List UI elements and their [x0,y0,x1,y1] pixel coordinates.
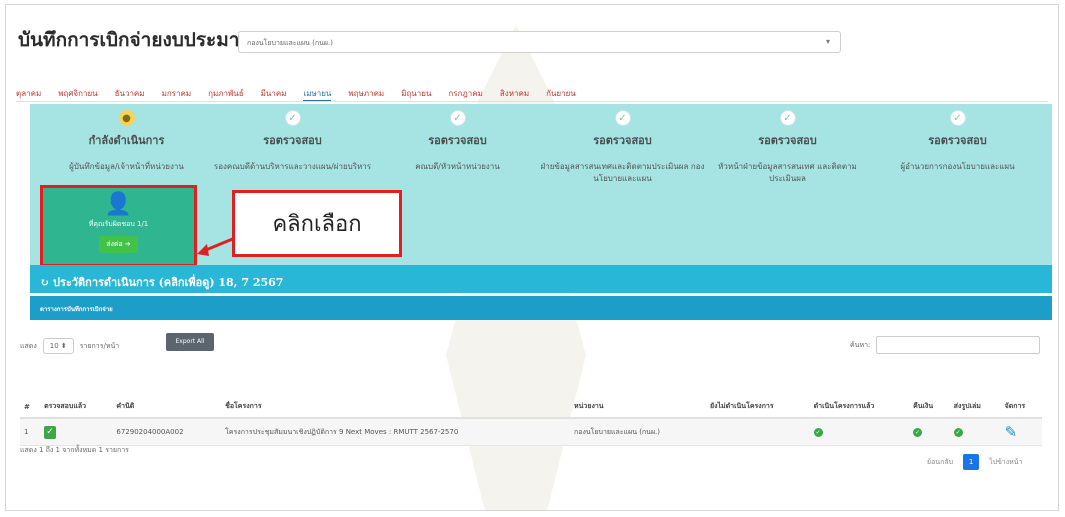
callout-label: คลิกเลือก [272,212,362,237]
task-count-label: ที่คุณรับผิดชอบ 1/1 [88,220,149,228]
pagination: ย้อนกลับ 1 ไปข้างหน้า [927,454,1023,470]
table-row: 1 ✓ 67290204000A002 โครงการประชุมสัมมนาเ… [20,418,1042,446]
chevron-down-icon: ▾ [825,37,830,46]
page-title: บันทึกการเบิกจ่ายงบประมาณ [18,29,258,51]
step-description: รองคณบดีด้านบริหารและวางแผน/ผ่ายบริหาร [213,162,372,171]
step-status: รอตรวจสอบ [593,134,652,147]
month-tab[interactable]: มกราคม [162,87,192,102]
row-code: 67290204000A002 [112,418,222,446]
workflow-step: ✓ รอตรวจสอบฝ่ายข้อมูลสารสนเทศและติดตามประ… [540,110,705,185]
column-header[interactable]: ยังไม่ดำเนินโครงการ [705,396,810,419]
column-header[interactable]: # [20,396,41,419]
workflow-step: ✓ รอตรวจสอบผู้อำนวยการกองนโยบายและแผน [875,110,1040,173]
check-circle-icon: ✓ [614,110,631,126]
check-circle-icon: ✓ [449,110,466,126]
edit-icon[interactable]: ✎ [1005,423,1018,441]
callout-arrow [197,236,236,256]
search-input[interactable] [876,336,1041,354]
check-circle-icon: ✓ [779,110,796,126]
task-card[interactable]: 👤 ที่คุณรับผิดชอบ 1/1 ส่งต่อ ➔ [40,185,197,267]
column-header[interactable]: ส่งรูปเล่ม [949,396,1001,419]
row-actions-cell: ✎ [1000,418,1042,446]
month-tab[interactable]: มิถุนายน [401,87,431,102]
step-status: รอตรวจสอบ [263,134,322,147]
row-completed-cell: ✓ [809,418,910,446]
check-circle-icon: ✓ [913,427,923,437]
check-circle-icon: ✓ [284,110,301,126]
workflow-step: ● กำลังดำเนินการผู้บันทึกข้อมูล/เจ้าหน้าท… [44,110,209,173]
prev-page-button[interactable]: ย้อนกลับ [927,457,953,468]
row-report-cell: ✓ [949,418,1001,446]
row-index: 1 [20,418,41,446]
column-header[interactable]: คำนิดิ [112,396,222,419]
table-header-row: # ตรวจสอบแล้ว คำนิดิ ชื่อโครงการ หน่วยงาน ยัง… [20,396,1042,419]
row-project: โครงการประชุมสัมมนาเชิงปฏิบัติการ 9 Next… [221,418,571,446]
check-circle-icon: ✓ [949,110,966,126]
column-header[interactable]: หน่วยงาน [570,396,706,419]
row-department: กองนโยบายและแผน (กนผ.) [570,418,706,446]
click-select-callout: คลิกเลือก [232,190,402,257]
budget-table: # ตรวจสอบแล้ว คำนิดิ ชื่อโครงการ หน่วยงาน ยัง… [20,396,1042,446]
check-circle-icon: ✓ [813,427,823,437]
page-1-button[interactable]: 1 [963,454,980,470]
department-select[interactable]: กองนโยบายและแผน (กนผ.) ▾ [238,31,841,53]
workflow-step: ✓ รอตรวจสอบคณบดี/หัวหน้าหน่วยงาน [375,110,540,173]
step-status: รอตรวจสอบ [428,134,487,147]
month-tab[interactable]: เมษายน [303,87,332,102]
step-description: ฝ่ายข้อมูลสารสนเทศและติดตามประเมินผล กอง… [540,162,705,183]
step-description: หัวหน้าฝ่ายข้อมูลสารสนเทศ และติดตามประเม… [718,162,857,183]
search-label: ค้นหา: [850,340,871,349]
month-tab[interactable]: กรกฎาคม [448,87,482,102]
check-circle-icon: ✓ [953,427,963,437]
page-size-value: 10 [49,342,59,350]
month-tab[interactable]: กุมภาพันธ์ [208,87,244,102]
month-tab[interactable]: ตุลาคม [16,87,41,102]
month-tab[interactable]: สิงหาคม [500,87,529,102]
month-tab[interactable]: พฤศจิกายน [58,87,97,102]
column-header[interactable]: จัดการ [1000,396,1042,419]
row-verified-cell: ✓ [40,418,113,446]
column-header[interactable]: คืนเงิน [909,396,950,419]
title-row: บันทึกการเบิกจ่ายงบประมาณ [18,27,257,53]
department-select-value: กองนโยบายและแผน (กนผ.) [247,39,333,47]
in-progress-icon: ● [118,110,135,126]
month-tabs-divider [16,101,1048,102]
step-status: รอตรวจสอบ [928,134,987,147]
workflow-step: ✓ รอตรวจสอบหัวหน้าฝ่ายข้อมูลสารสนเทศ และต… [705,110,870,185]
table-info: แสดง 1 ถึง 1 จากทั้งหมด 1 รายการ [20,446,129,454]
per-page-label: รายการ/หน้า [79,341,120,350]
column-header[interactable]: ดำเนินโครงการแล้ว [809,396,910,419]
step-status: กำลังดำเนินการ [88,134,165,147]
month-tab[interactable]: กันยายน [546,87,576,102]
page-length-control: แสดง 10 ⬍ รายการ/หน้า [20,338,119,354]
step-description: ผู้อำนวยการกองนโยบายและแผน [900,162,1015,171]
month-tab[interactable]: มีนาคม [261,87,287,102]
month-tab[interactable]: พฤษภาคม [348,87,384,102]
next-page-button[interactable]: ไปข้างหน้า [989,457,1022,468]
history-bar[interactable]: ↻ ประวัติการดำเนินการ (คลิกเพื่อดู) 18, … [30,265,1052,293]
export-all-button[interactable]: Export All [166,333,214,351]
send-forward-button[interactable]: ส่งต่อ ➔ [99,236,138,253]
row-refund-cell: ✓ [909,418,950,446]
step-description: ผู้บันทึกข้อมูล/เจ้าหน้าที่หน่วยงาน [69,162,184,171]
row-not-started [705,418,810,446]
month-tabs: ตุลาคม พฤศจิกายน ธันวาคม มกราคม กุมภาพันธ์ มี… [16,87,593,102]
month-tab[interactable]: ธันวาคม [115,87,145,102]
clipboard-check-icon: ✓ [44,425,57,439]
user-shield-icon: 👤 [104,192,133,217]
step-description: คณบดี/หัวหน้าหน่วยงาน [415,162,500,171]
column-header[interactable]: ตรวจสอบแล้ว [40,396,113,419]
table-section-title: ตารางการบันทึกการเบิกจ่าย [30,296,1052,320]
page-size-select[interactable]: 10 ⬍ [42,338,74,354]
history-icon: ↻ [40,276,54,289]
workflow-step: ✓ รอตรวจสอบรองคณบดีด้านบริหารและวางแผน/ผ่… [210,110,375,173]
step-status: รอตรวจสอบ [758,134,817,147]
search-control: ค้นหา: [850,336,1041,354]
show-label: แสดง [20,341,37,350]
column-header[interactable]: ชื่อโครงการ [221,396,571,419]
history-title: ประวัติการดำเนินการ (คลิกเพื่อดู) 18, 7 … [53,276,284,289]
